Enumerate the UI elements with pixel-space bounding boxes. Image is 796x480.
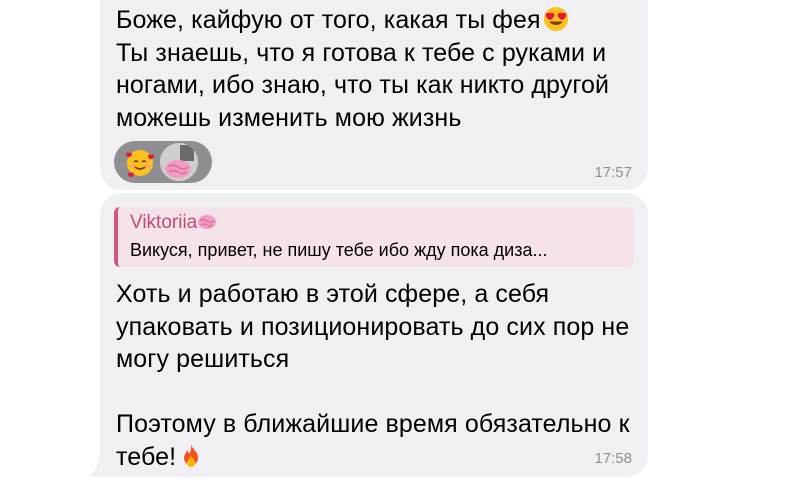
reply-quote[interactable]: Viktoriia Викуся, привет, не пишу тебе и… — [114, 207, 634, 267]
bubble-tail-icon — [86, 455, 112, 477]
brain-emoji-icon — [198, 215, 217, 229]
reactions-pill[interactable] — [114, 141, 212, 183]
message-text-rest: Ты знаешь, что я готова к тебе с руками … — [116, 38, 610, 132]
reactor-avatar — [160, 143, 198, 181]
heart-eyes-emoji-icon — [543, 7, 568, 31]
reply-author-name: Viktoriia — [130, 212, 198, 233]
message-timestamp: 17:57 — [594, 164, 632, 181]
reply-author: Viktoriia — [130, 211, 217, 234]
avatar-brain-photo-icon — [160, 143, 198, 181]
message-text: Боже, кайфую от того, какая ты фея Ты зн… — [116, 4, 632, 134]
message-text: Хоть и работаю в этой сфере, а себя упак… — [116, 278, 632, 473]
message-timestamp: 17:58 — [594, 450, 632, 467]
message-bubble[interactable]: Боже, кайфую от того, какая ты фея Ты зн… — [100, 0, 648, 190]
smiling-face-with-hearts-icon — [126, 150, 154, 178]
chat-view: Боже, кайфую от того, какая ты фея Ты зн… — [0, 0, 796, 480]
message-bubble[interactable]: Viktoriia Викуся, привет, не пишу тебе и… — [100, 193, 648, 477]
fire-emoji-icon — [184, 443, 199, 467]
message-text-line1: Боже, кайфую от того, какая ты фея — [116, 6, 541, 34]
reply-preview-text: Викуся, привет, не пишу тебе ибо жду пок… — [130, 240, 548, 260]
